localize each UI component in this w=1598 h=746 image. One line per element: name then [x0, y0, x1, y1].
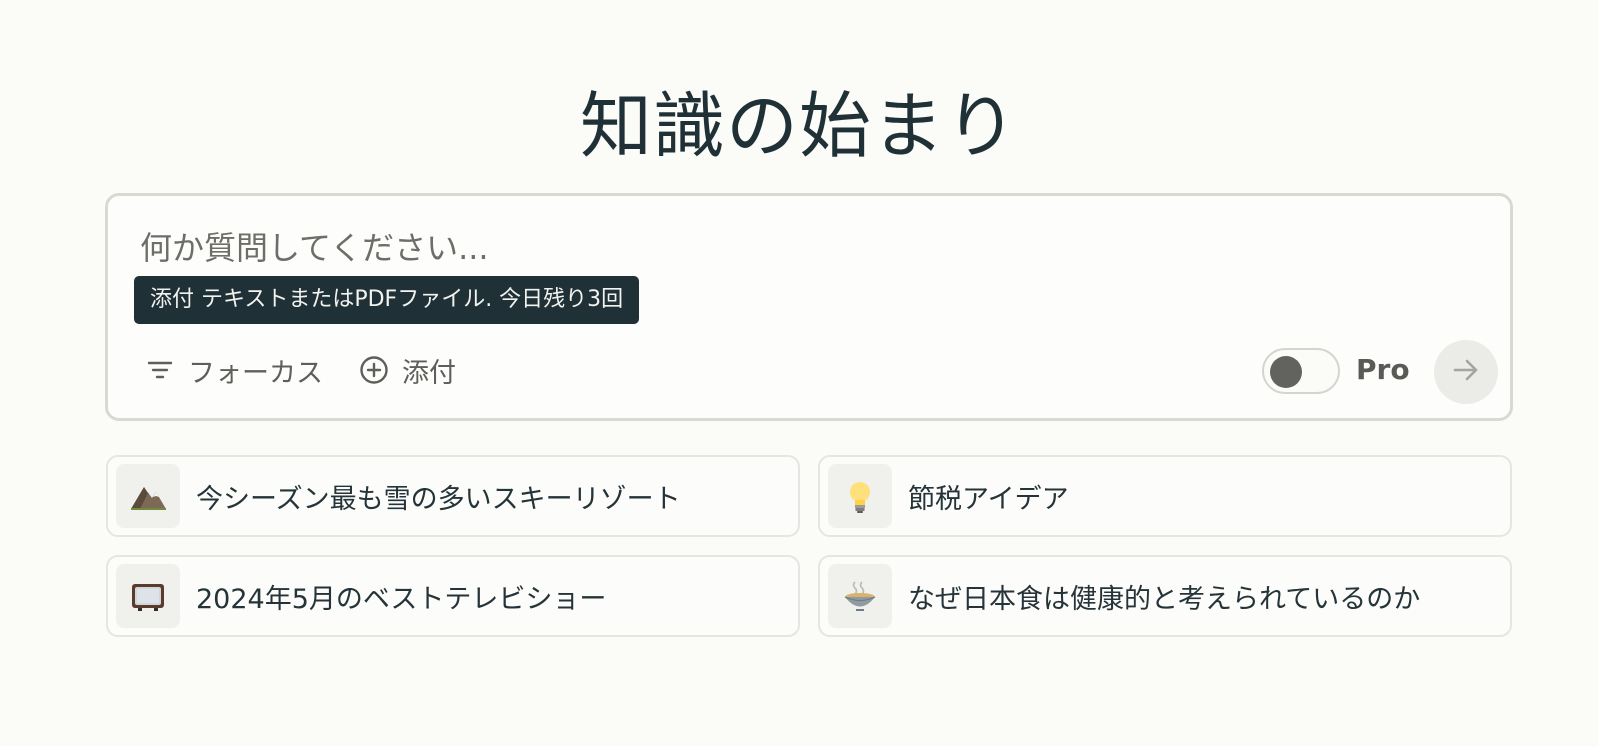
- pro-label: Pro: [1356, 353, 1410, 386]
- toggle-knob: [1270, 356, 1302, 388]
- ask-box: 添付 テキストまたはPDFファイル. 今日残り3回 フォーカス 添付 Pro: [105, 193, 1513, 421]
- suggestion-text: 節税アイデア: [908, 483, 1069, 515]
- suggestion-item[interactable]: なぜ日本食は健康的と考えられているのか: [818, 555, 1512, 637]
- focus-button[interactable]: フォーカス: [144, 346, 323, 394]
- plus-circle-icon: [358, 354, 390, 386]
- lightbulb-icon: [828, 464, 892, 528]
- suggestion-text: なぜ日本食は健康的と考えられているのか: [908, 583, 1421, 615]
- pro-toggle[interactable]: [1262, 348, 1340, 394]
- submit-button[interactable]: [1434, 340, 1498, 404]
- focus-label: フォーカス: [188, 357, 323, 389]
- suggestion-item[interactable]: 今シーズン最も雪の多いスキーリゾート: [106, 455, 800, 537]
- attach-label: 添付: [402, 357, 456, 389]
- suggestion-item[interactable]: 2024年5月のベストテレビショー: [106, 555, 800, 637]
- suggestion-text: 今シーズン最も雪の多いスキーリゾート: [196, 483, 681, 515]
- suggestion-text: 2024年5月のベストテレビショー: [196, 583, 607, 615]
- mountain-icon: [116, 464, 180, 528]
- ramen-bowl-icon: [828, 564, 892, 628]
- ask-input[interactable]: [140, 226, 1440, 270]
- page-title: 知識の始まり: [579, 84, 1018, 169]
- filter-icon: [144, 354, 176, 386]
- suggestion-item[interactable]: 節税アイデア: [818, 455, 1512, 537]
- arrow-right-icon: [1451, 355, 1481, 389]
- attach-tooltip: 添付 テキストまたはPDFファイル. 今日残り3回: [134, 276, 640, 324]
- attach-button[interactable]: 添付: [358, 346, 456, 394]
- television-icon: [116, 564, 180, 628]
